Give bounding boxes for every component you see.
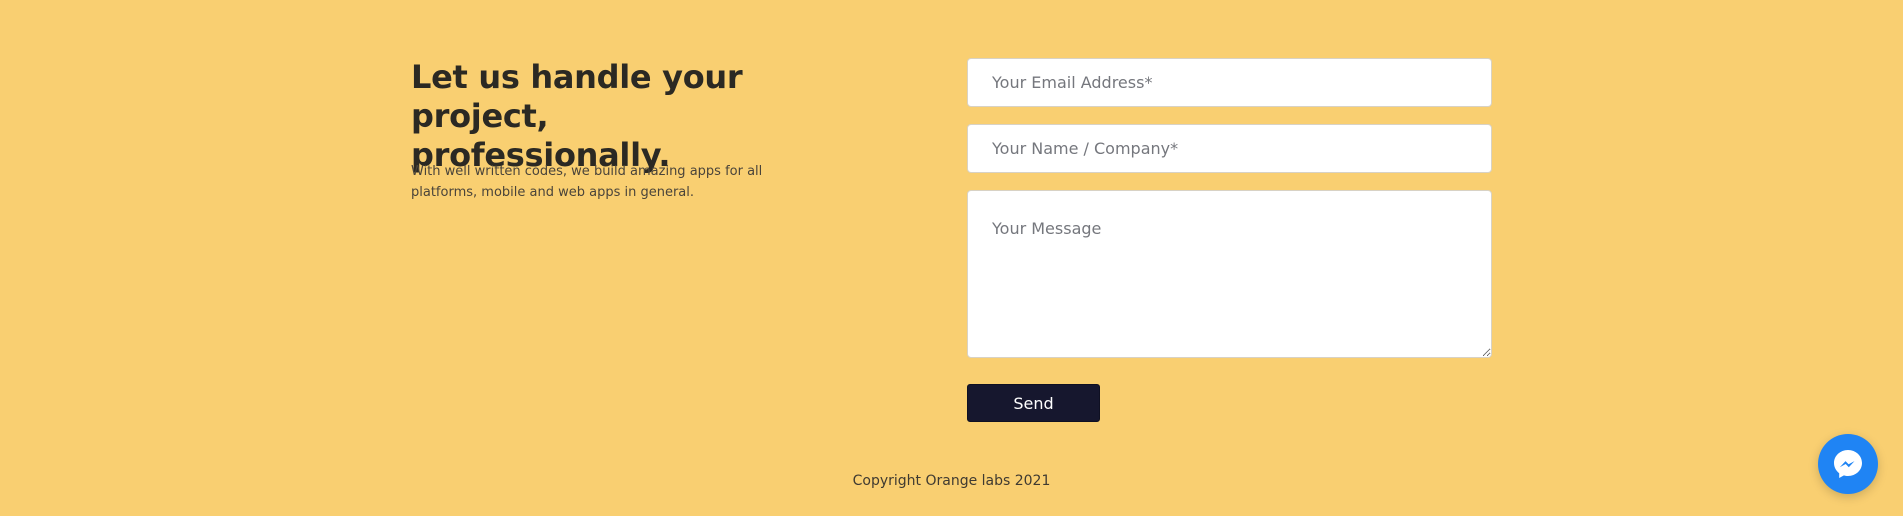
hero-description: With well written codes, we build amazin… xyxy=(411,164,763,200)
message-textarea[interactable] xyxy=(967,190,1492,358)
page-title: Let us handle your project, professional… xyxy=(411,58,771,175)
heading-line-1: Let us handle your xyxy=(411,58,743,96)
email-field[interactable] xyxy=(967,58,1492,107)
messenger-icon xyxy=(1834,450,1862,478)
name-company-field[interactable] xyxy=(967,124,1492,173)
contact-page: Let us handle your project, professional… xyxy=(0,0,1903,516)
messenger-chat-button[interactable] xyxy=(1818,434,1878,494)
copyright-text: Copyright Orange labs 2021 xyxy=(852,473,1051,489)
send-button[interactable]: Send xyxy=(967,384,1100,422)
